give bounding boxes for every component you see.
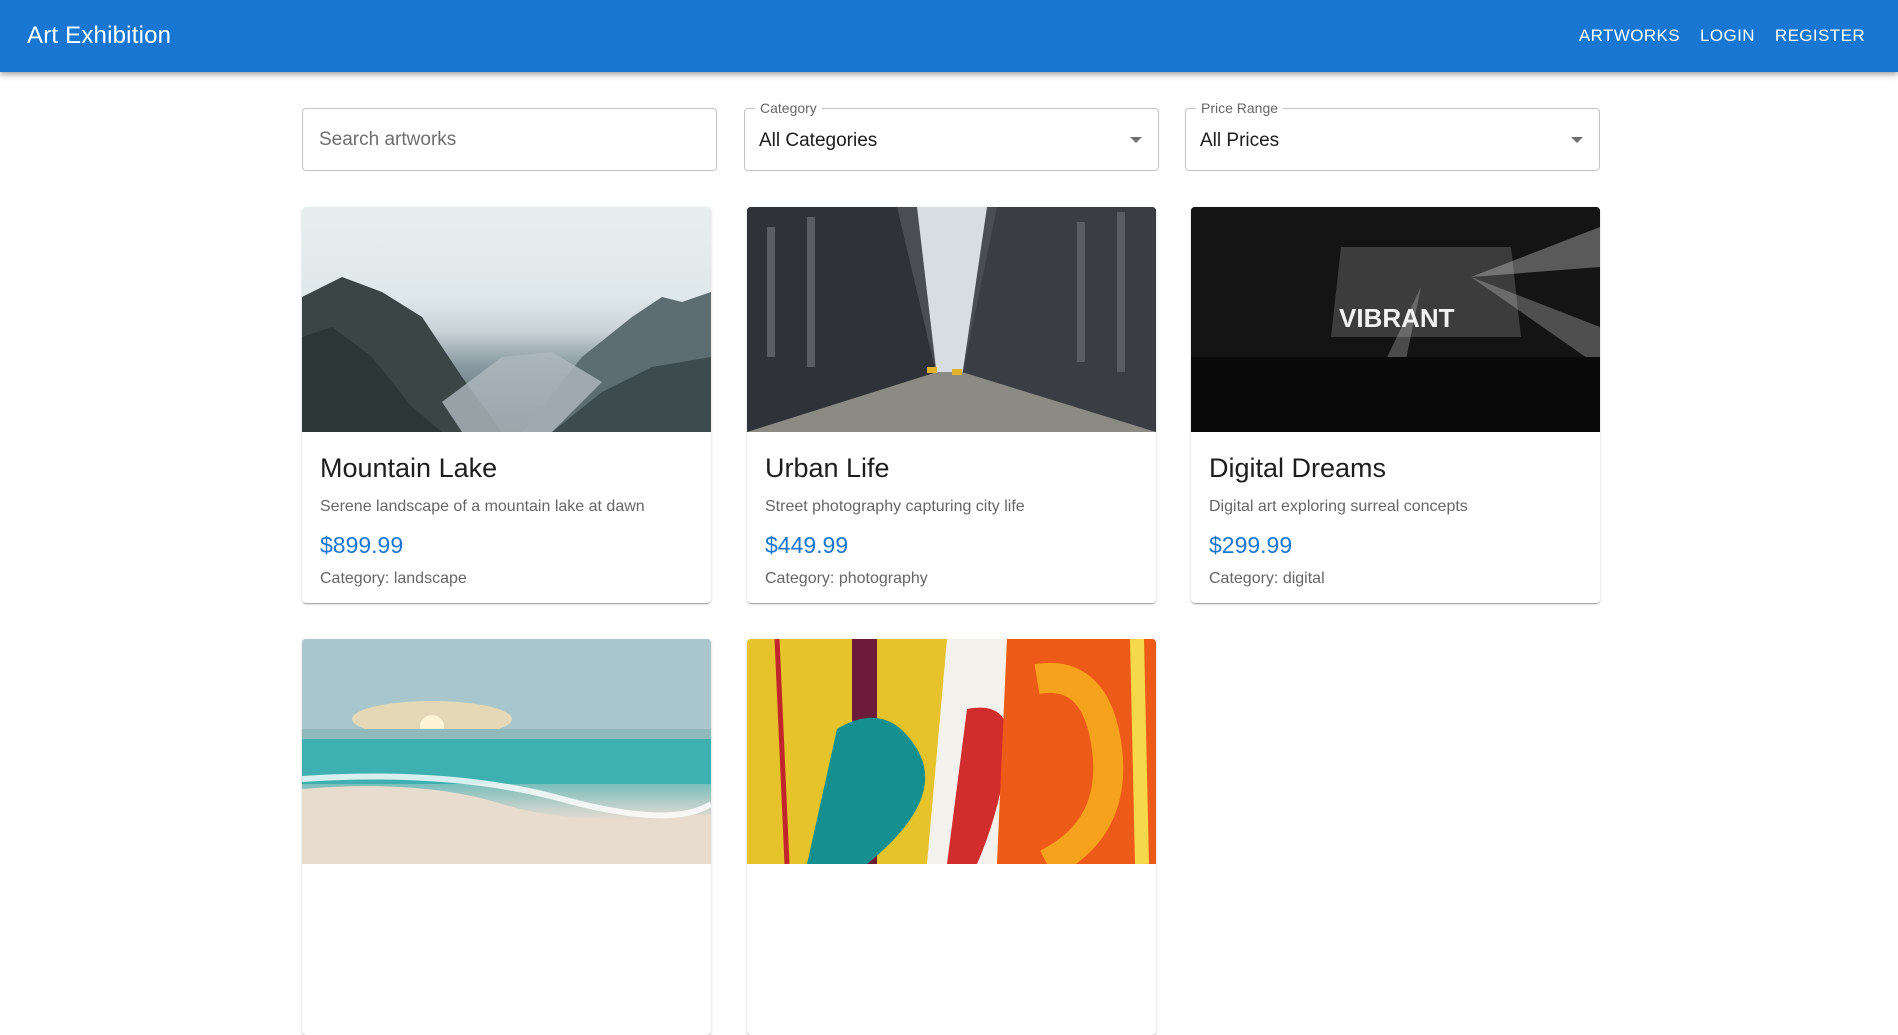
artwork-title: Mountain Lake xyxy=(320,453,498,483)
artwork-image xyxy=(747,207,1156,432)
artwork-price: $299.99 xyxy=(1209,532,1293,558)
svg-text:VIBRANT: VIBRANT xyxy=(1339,303,1455,333)
artwork-price: $449.99 xyxy=(765,532,849,558)
price-range-select[interactable]: Price Range All Prices xyxy=(1185,99,1600,171)
artwork-card[interactable] xyxy=(302,639,711,1035)
nav-register-button[interactable]: Register xyxy=(1766,18,1874,54)
category-select[interactable]: Category All Categories xyxy=(744,99,1159,171)
filter-bar: Category All Categories Price Range All … xyxy=(302,99,1600,171)
artwork-image xyxy=(747,639,1156,864)
artwork-category: Category: photography xyxy=(765,570,928,587)
concert-stage-photo: VIBRANT xyxy=(1191,207,1600,432)
artwork-card[interactable] xyxy=(747,639,1156,1035)
search-input[interactable] xyxy=(303,109,716,170)
artwork-title: Digital Dreams xyxy=(1209,453,1387,483)
artwork-category: Category: landscape xyxy=(320,570,467,587)
chevron-down-icon xyxy=(1571,137,1583,143)
artwork-card[interactable]: Urban Life Street photography capturing … xyxy=(747,207,1156,603)
artwork-category: Category: digital xyxy=(1209,570,1325,587)
artwork-card[interactable]: VIBRANT Digital Dreams Digital art explo… xyxy=(1191,207,1600,603)
artwork-image: VIBRANT xyxy=(1191,207,1600,432)
city-street-photo xyxy=(747,207,1156,432)
nav-artworks-button[interactable]: Artworks xyxy=(1570,18,1689,54)
artwork-title: Urban Life xyxy=(765,453,890,483)
abstract-painting xyxy=(747,639,1156,864)
mountain-lake-photo xyxy=(302,277,711,432)
top-nav: Artworks Login Register xyxy=(1570,18,1874,54)
search-field xyxy=(302,108,717,171)
beach-sunset-photo xyxy=(302,639,711,864)
category-value: All Categories xyxy=(759,130,878,151)
app-bar: Art Exhibition Artworks Login Register xyxy=(0,0,1898,72)
artwork-description: Street photography capturing city life xyxy=(765,498,1025,515)
app-title[interactable]: Art Exhibition xyxy=(27,22,171,50)
nav-login-button[interactable]: Login xyxy=(1691,18,1764,54)
chevron-down-icon xyxy=(1130,137,1142,143)
artwork-description: Digital art exploring surreal concepts xyxy=(1209,498,1468,515)
artwork-card[interactable]: Mountain Lake Serene landscape of a moun… xyxy=(302,207,711,603)
artwork-image xyxy=(302,639,711,864)
artwork-image xyxy=(302,207,711,432)
price-range-value: All Prices xyxy=(1200,130,1280,151)
artwork-description: Serene landscape of a mountain lake at d… xyxy=(320,498,645,515)
artwork-price: $899.99 xyxy=(320,532,404,558)
